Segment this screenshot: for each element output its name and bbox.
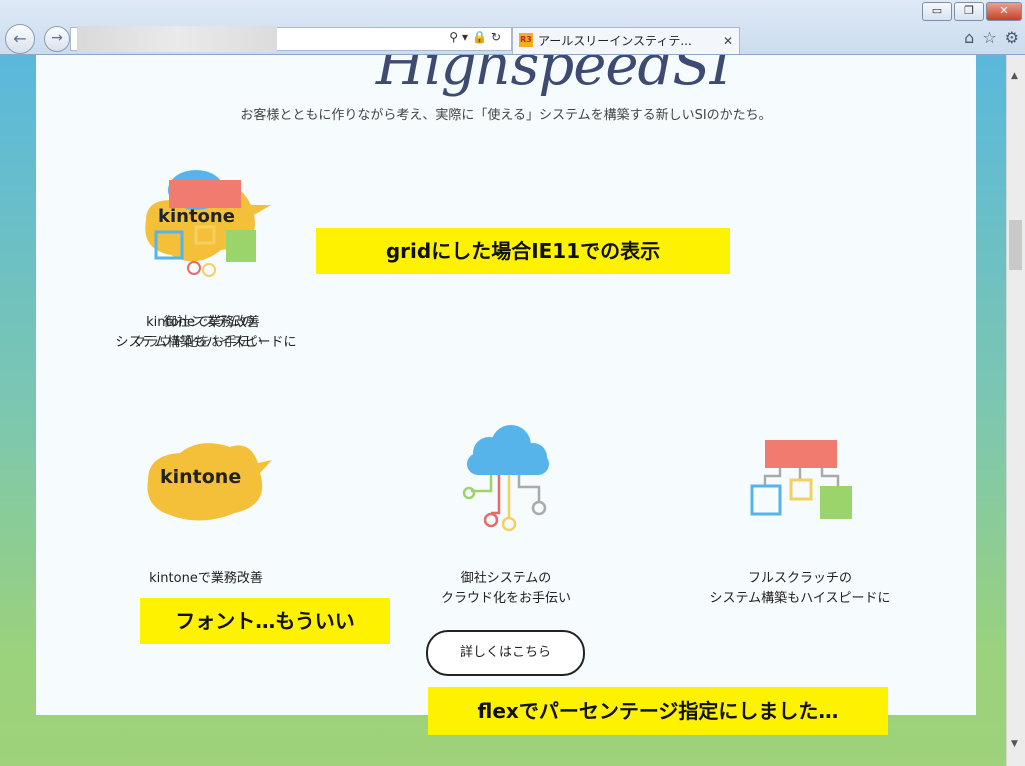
- browser-tab[interactable]: R3 アールスリーインスティテ... ✕: [512, 27, 740, 54]
- kintone-logo-icon: kintone: [147, 443, 272, 521]
- feature-label-cloud: 御社システムの クラウド化をお手伝い: [440, 571, 571, 606]
- feature-label-scratch: フルスクラッチの システム構築もハイスピードに: [709, 571, 891, 606]
- cloud-system-icon: [462, 425, 549, 532]
- green-box-icon: [226, 230, 256, 262]
- restore-button[interactable]: ❐: [954, 2, 984, 21]
- full-scratch-icon: [750, 440, 852, 519]
- site-logo: HighspeedSI: [376, 55, 732, 98]
- blurred-url: [77, 26, 277, 52]
- overlapping-label-4: クラウド化をお手伝い: [132, 335, 263, 350]
- address-bar-icons[interactable]: ⚲▾🔒↻: [449, 30, 505, 44]
- tab-title: アールスリーインスティテ...: [538, 34, 692, 48]
- font-note-banner: フォント…もういい: [140, 598, 390, 644]
- feature-label-kintone: kintoneで業務改善: [149, 571, 263, 586]
- tab-close-icon[interactable]: ✕: [723, 28, 733, 54]
- svg-text:kintone: kintone: [158, 206, 235, 227]
- settings-gear-icon[interactable]: ⚙: [1005, 28, 1019, 47]
- tagline: お客様とともに作りながら考え、実際に「使える」システムを構築する新しいSIのかた…: [240, 108, 772, 123]
- toolbar-icons: ⌂ ☆ ⚙: [964, 28, 1019, 47]
- address-bar[interactable]: ⚲▾🔒↻: [70, 26, 512, 52]
- scroll-down-icon[interactable]: ▼: [1011, 739, 1018, 749]
- home-icon[interactable]: ⌂: [964, 28, 974, 47]
- scroll-thumb[interactable]: [1009, 220, 1022, 270]
- details-button[interactable]: 詳しくはこちら: [426, 630, 585, 676]
- back-button[interactable]: ←: [5, 24, 35, 54]
- svg-text:kintone: kintone: [160, 466, 241, 488]
- window-controls: ▭ ❐ ✕: [922, 2, 1022, 21]
- scratch-red-box-icon: [169, 180, 241, 208]
- close-window-button[interactable]: ✕: [986, 2, 1022, 21]
- grid-note-banner: gridにした場合IE11での表示: [316, 228, 730, 274]
- minimize-button[interactable]: ▭: [922, 2, 952, 21]
- forward-button[interactable]: →: [44, 26, 70, 52]
- overlapping-icons: kintone: [145, 170, 271, 277]
- flex-note-banner: flexでパーセンテージ指定にしました…: [428, 687, 888, 735]
- overlapping-label-2: 御社システムの: [163, 315, 255, 330]
- page-viewport: HighspeedSI お客様とともに作りながら考え、実際に「使える」システムを…: [0, 55, 1007, 766]
- browser-chrome: ▭ ❐ ✕ ← → ⚲▾🔒↻ R3 アールスリーインスティテ... ✕ ⌂ ☆ …: [0, 0, 1025, 55]
- scroll-up-icon[interactable]: ▲: [1011, 71, 1018, 81]
- site-favicon-icon: R3: [519, 33, 533, 47]
- favorites-star-icon[interactable]: ☆: [982, 28, 996, 47]
- vertical-scrollbar[interactable]: ▲ ▼: [1006, 55, 1025, 766]
